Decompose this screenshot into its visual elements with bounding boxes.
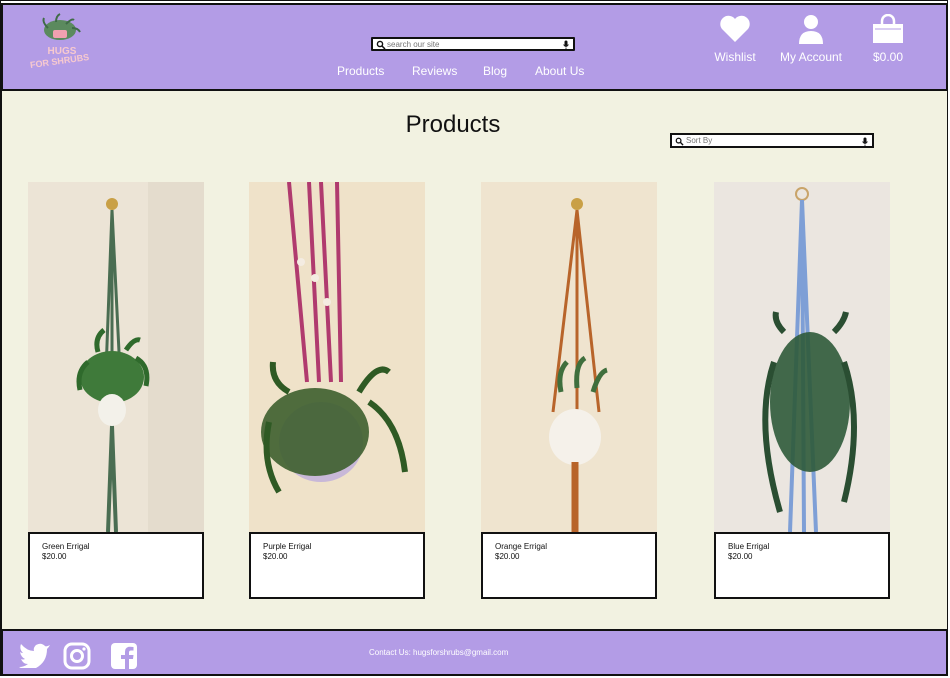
product-image[interactable] [481, 182, 657, 532]
heart-icon [720, 15, 750, 42]
nav-item-blog[interactable]: Blog [483, 64, 507, 78]
microphone-icon[interactable] [862, 137, 868, 147]
product-card[interactable]: Green Errigal $20.00 [28, 182, 204, 600]
microphone-icon[interactable] [563, 40, 569, 50]
wishlist-label: Wishlist [714, 50, 756, 64]
product-info: Blue Errigal $20.00 [714, 532, 890, 599]
nav-item-products[interactable]: Products [337, 64, 384, 78]
product-price: $20.00 [263, 552, 288, 561]
nav-item-reviews[interactable]: Reviews [412, 64, 457, 78]
sort-box[interactable] [670, 133, 874, 148]
search-input[interactable] [387, 39, 557, 49]
product-info: Purple Errigal $20.00 [249, 532, 425, 599]
cart-link[interactable]: $0.00 [868, 14, 908, 64]
nav-item-about-us[interactable]: About Us [535, 64, 584, 78]
site-search-box[interactable] [371, 37, 575, 51]
product-name[interactable]: Green Errigal [42, 542, 90, 551]
product-price: $20.00 [42, 552, 67, 561]
twitter-icon[interactable] [19, 642, 51, 668]
instagram-icon[interactable] [63, 642, 91, 670]
product-info: Orange Errigal $20.00 [481, 532, 657, 599]
sort-input[interactable] [686, 135, 856, 146]
product-name[interactable]: Purple Errigal [263, 542, 311, 551]
product-card[interactable]: Purple Errigal $20.00 [249, 182, 425, 600]
product-image[interactable] [28, 182, 204, 532]
product-card[interactable]: Orange Errigal $20.00 [481, 182, 657, 600]
contact-email[interactable]: Contact Us: hugsforshrubs@gmail.com [369, 648, 508, 657]
product-info: Green Errigal $20.00 [28, 532, 204, 599]
search-icon [376, 40, 386, 50]
user-icon [799, 15, 823, 44]
product-name[interactable]: Blue Errigal [728, 542, 769, 551]
search-icon [675, 137, 684, 146]
account-link[interactable]: My Account [778, 14, 844, 64]
product-price: $20.00 [728, 552, 753, 561]
wishlist-link[interactable]: Wishlist [711, 14, 759, 64]
cart-total: $0.00 [872, 50, 904, 64]
shopping-bag-icon [873, 14, 903, 43]
product-image[interactable] [714, 182, 890, 532]
product-price: $20.00 [495, 552, 520, 561]
facebook-icon[interactable] [110, 642, 138, 670]
product-name[interactable]: Orange Errigal [495, 542, 547, 551]
product-image[interactable] [249, 182, 425, 532]
main-nav: Products Reviews Blog About Us [0, 64, 950, 84]
product-card[interactable]: Blue Errigal $20.00 [714, 182, 890, 600]
account-label: My Account [779, 50, 843, 64]
site-footer: Contact Us: hugsforshrubs@gmail.com [1, 629, 948, 676]
